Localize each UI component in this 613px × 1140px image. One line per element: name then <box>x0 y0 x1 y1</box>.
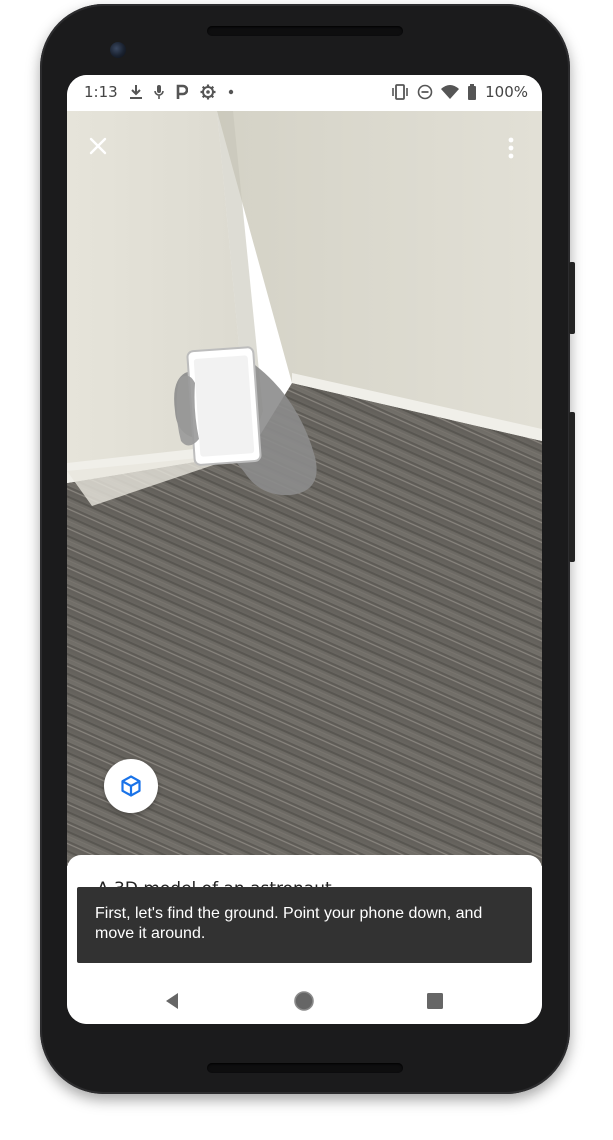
mic-icon <box>153 84 164 100</box>
nav-recents-button[interactable] <box>422 988 448 1014</box>
status-bar: 1:13 100% <box>67 75 542 111</box>
room-scene <box>67 111 542 866</box>
dot-icon <box>228 84 234 100</box>
navigation-bar <box>67 975 542 1024</box>
volume-button <box>569 412 575 562</box>
more-vert-icon <box>508 137 514 159</box>
home-circle-icon <box>294 991 314 1011</box>
settings-icon <box>200 84 216 100</box>
front-camera <box>110 42 126 58</box>
do-not-disturb-icon <box>417 84 433 100</box>
close-button[interactable] <box>83 131 113 161</box>
parking-icon <box>176 84 188 100</box>
battery-percent: 100% <box>485 83 528 101</box>
nav-back-button[interactable] <box>159 988 185 1014</box>
download-icon <box>129 84 142 100</box>
earpiece-speaker <box>207 26 403 36</box>
close-icon <box>89 137 107 155</box>
view-3d-button[interactable] <box>104 759 158 813</box>
back-triangle-icon <box>166 993 178 1009</box>
phone-frame: 1:13 100% First, let's find the ground. … <box>40 4 575 1094</box>
ar-camera-view[interactable] <box>67 111 542 866</box>
recents-square-icon <box>427 993 443 1009</box>
cube-icon <box>121 775 141 797</box>
nav-home-button[interactable] <box>291 988 317 1014</box>
power-button <box>569 262 575 334</box>
vibrate-icon <box>391 84 409 100</box>
battery-icon <box>467 84 477 100</box>
screen: 1:13 100% First, let's find the ground. … <box>67 75 542 1024</box>
bottom-speaker <box>207 1063 403 1073</box>
more-options-button[interactable] <box>500 133 522 163</box>
status-time: 1:13 <box>84 83 118 101</box>
toast-message: First, let's find the ground. Point your… <box>95 905 483 942</box>
wifi-icon <box>441 84 460 100</box>
instruction-toast: First, let's find the ground. Point your… <box>77 887 532 963</box>
